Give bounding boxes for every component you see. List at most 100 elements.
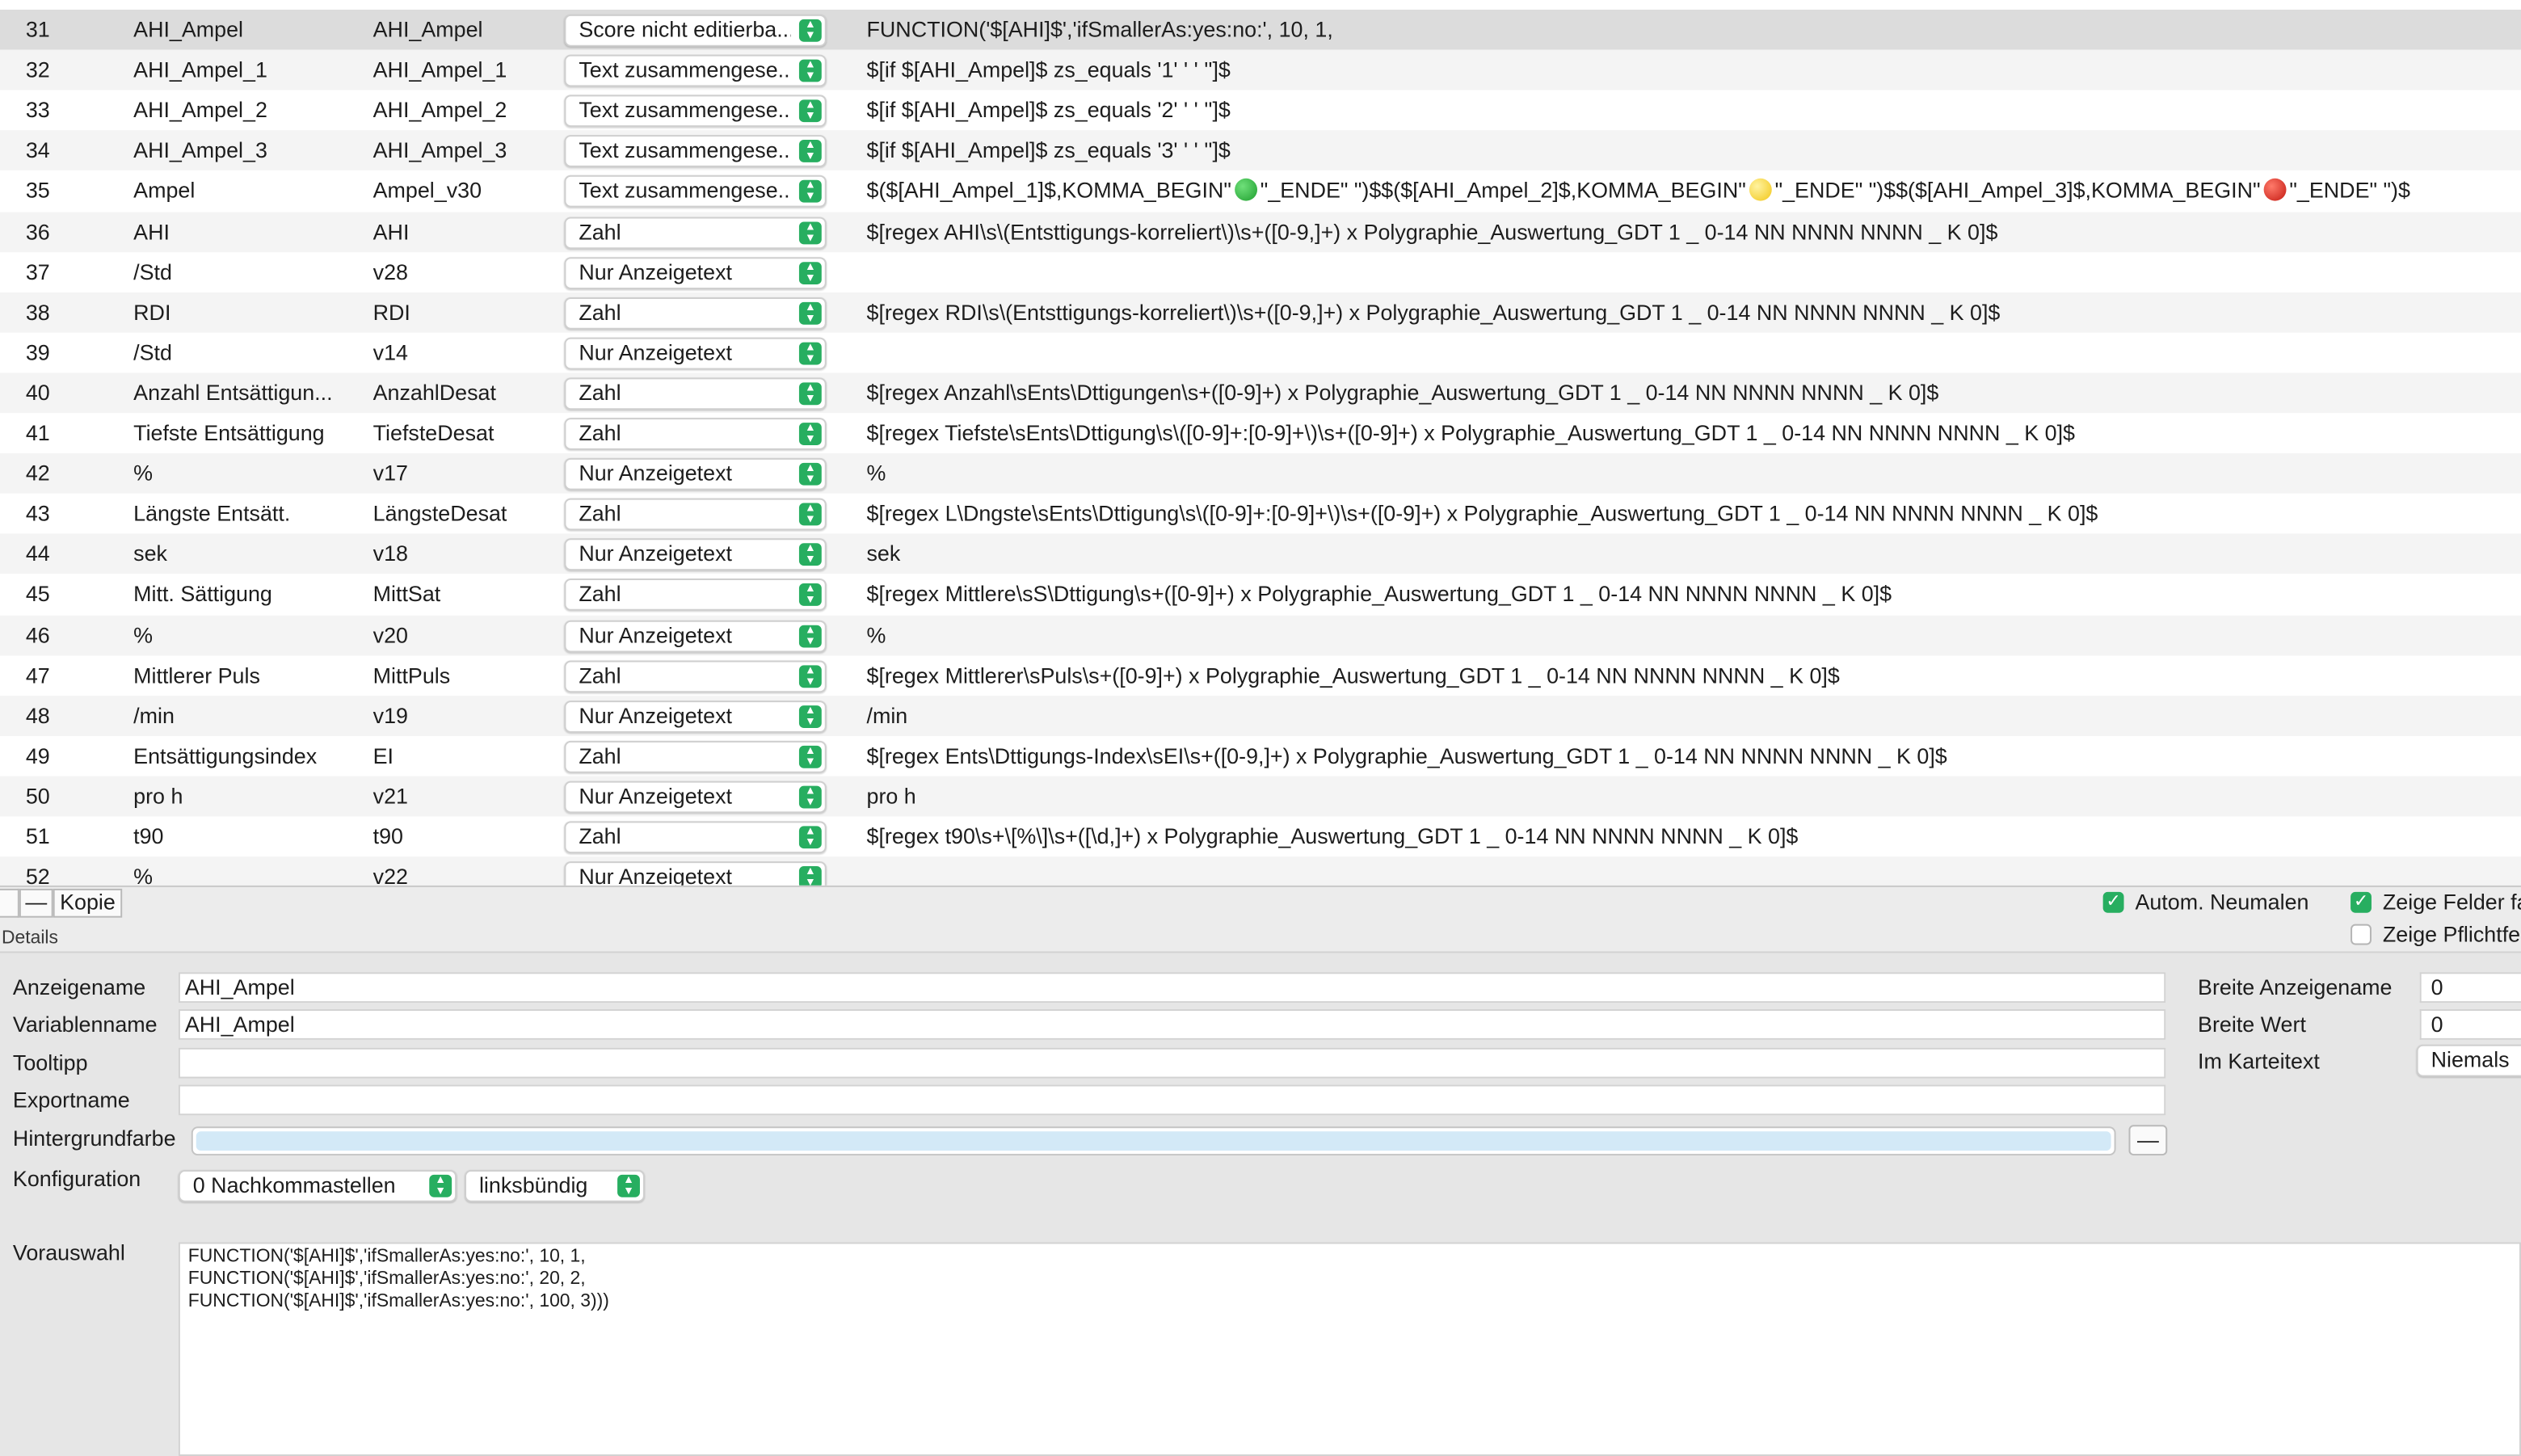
display-name-cell[interactable]: /min	[133, 696, 359, 736]
auto-rename-checkbox[interactable]: ✓ Autom. Neumalen	[2102, 890, 2308, 915]
field-type-select[interactable]: Nur Anzeigetext ▲ ▼	[564, 619, 827, 652]
table-row[interactable]: 34 AHI_Ampel_3 AHI_Ampel_3 Text zusammenges…	[0, 130, 2521, 171]
formula-cell[interactable]: $[regex Ents\Dttigungs-Index\sEI\s+([0-9…	[867, 736, 2521, 776]
field-type-select[interactable]: Zahl ▲ ▼	[564, 498, 827, 531]
field-type-select[interactable]: Zahl ▲ ▼	[564, 216, 827, 249]
display-name-cell[interactable]: %	[133, 856, 359, 886]
table-row[interactable]: 39/Std v14 Nur Anzeigetext ▲ ▼	[0, 332, 2521, 372]
variable-name-cell[interactable]: AHI_Ampel	[373, 10, 558, 50]
table-row[interactable]: 37/Std v28 Nur Anzeigetext ▲ ▼	[0, 251, 2521, 292]
formula-cell[interactable]	[867, 856, 2521, 886]
display-name-cell[interactable]: Mitt. Sättigung	[133, 574, 359, 615]
field-type-select[interactable]: Nur Anzeigetext ▲ ▼	[564, 538, 827, 571]
formula-cell[interactable]: $[if $[AHI_Ampel]$ zs_equals '3' ' ' '']…	[867, 131, 2521, 171]
table-row[interactable]: 48/min v19 Nur Anzeigetext ▲ ▼ /min	[0, 695, 2521, 736]
variable-name-cell[interactable]: AHI_Ampel_2	[373, 90, 558, 131]
variable-name-cell[interactable]: v17	[373, 453, 558, 494]
formula-cell[interactable]: $[regex RDI\s\(Entsttigungs-korreliert\)…	[867, 292, 2521, 332]
field-type-select[interactable]: Nur Anzeigetext ▲ ▼	[564, 337, 827, 370]
formula-cell[interactable]: $[regex Mittlere\sS\Dttigung\s+([0-9]+) …	[867, 574, 2521, 615]
variable-name-cell[interactable]: AHI	[373, 212, 558, 252]
table-row[interactable]: 47 Mittlerer Puls MittPuls Zahl ▲ ▼ $[regex Mi…	[0, 655, 2521, 696]
copy-button[interactable]: Kopie	[53, 888, 123, 918]
display-name-cell[interactable]: %	[133, 453, 359, 494]
field-type-select[interactable]: Zahl ▲ ▼	[564, 579, 827, 612]
variable-name-cell[interactable]: RDI	[373, 292, 558, 332]
formula-cell[interactable]: $[regex Tiefste\sEnts\Dttigung\s\([0-9]+…	[867, 413, 2521, 453]
formula-cell[interactable]: %	[867, 453, 2521, 494]
table-row[interactable]: 46% v20 Nur Anzeigetext ▲ ▼%	[0, 614, 2521, 655]
formula-cell[interactable]	[867, 251, 2521, 292]
variable-name-cell[interactable]: MittSat	[373, 574, 558, 615]
display-name-cell[interactable]: /Std	[133, 332, 359, 372]
background-color-well[interactable]	[191, 1126, 2116, 1156]
in-card-text-select[interactable]: Niemals	[2416, 1044, 2521, 1077]
alignment-select[interactable]: linksbündig ▲ ▼	[465, 1169, 645, 1202]
variable-name-cell[interactable]: v20	[373, 615, 558, 655]
field-type-select[interactable]: Nur Anzeigetext ▲ ▼	[564, 458, 827, 490]
formula-cell[interactable]	[867, 332, 2521, 372]
display-name-cell[interactable]: RDI	[133, 292, 359, 332]
table-row[interactable]: 50 pro h v21 Nur Anzeigetext ▲ ▼ pro h	[0, 776, 2521, 817]
display-name-cell[interactable]: AHI_Ampel_3	[133, 131, 359, 171]
formula-cell[interactable]: $[regex t90\s+\[%\]\s+([\d,]+) x Polygra…	[867, 816, 2521, 856]
formula-cell[interactable]: $[regex L\Dngste\sEnts\Dttigung\s\([0-9]…	[867, 494, 2521, 534]
field-type-select[interactable]: Nur Anzeigetext ▲ ▼	[564, 781, 827, 814]
table-row[interactable]: 40 Anzahl Entsättigun... AnzahlDesat Zahl ▲ ▼…	[0, 372, 2521, 413]
field-type-select[interactable]: Zahl ▲ ▼	[564, 659, 827, 692]
variable-name-cell[interactable]: v28	[373, 251, 558, 292]
show-fields-checkbox[interactable]: ✓ Zeige Felder fa	[2351, 890, 2521, 915]
variable-name-cell[interactable]: v21	[373, 776, 558, 816]
table-row[interactable]: 42% v17 Nur Anzeigetext ▲ ▼%	[0, 453, 2521, 494]
formula-cell[interactable]: FUNCTION('$[AHI]$','ifSmallerAs:yes:no:'…	[867, 10, 2521, 50]
variable-name-cell[interactable]: v22	[373, 856, 558, 886]
variable-name-cell[interactable]: Ampel_v30	[373, 171, 558, 212]
display-name-cell[interactable]: Längste Entsätt.	[133, 494, 359, 534]
display-name-cell[interactable]: Entsättigungsindex	[133, 736, 359, 776]
variable-name-cell[interactable]: v18	[373, 534, 558, 574]
field-type-select[interactable]: Text zusammengese... ▲ ▼	[564, 54, 827, 87]
variable-name-cell[interactable]: v19	[373, 696, 558, 736]
variable-name-cell[interactable]: AnzahlDesat	[373, 372, 558, 413]
display-name-cell[interactable]: Tiefste Entsättigung	[133, 413, 359, 453]
field-type-select[interactable]: Nur Anzeigetext ▲ ▼	[564, 861, 827, 886]
table-row[interactable]: 51 t90 t90 Zahl ▲ ▼ $[regex t90\s+\[%\]\s+([\d…	[0, 816, 2521, 856]
display-name-cell[interactable]: AHI	[133, 212, 359, 252]
display-name-cell[interactable]: AHI_Ampel_2	[133, 90, 359, 131]
field-type-select[interactable]: Zahl ▲ ▼	[564, 418, 827, 450]
table-row[interactable]: 33 AHI_Ampel_2 AHI_Ampel_2 Text zusammenges…	[0, 90, 2521, 131]
variable-name-field[interactable]: AHI_Ampel	[178, 1009, 2166, 1040]
table-row[interactable]: 38 RDI RDI Zahl ▲ ▼ $[regex RDI\s\(Entsttigung…	[0, 292, 2521, 333]
display-name-field[interactable]: AHI_Ampel	[178, 972, 2166, 1004]
display-name-cell[interactable]: /Std	[133, 251, 359, 292]
table-row[interactable]: 43 Längste Entsätt. LängsteDesat Zahl ▲ ▼ $[re…	[0, 494, 2521, 534]
variable-name-cell[interactable]: t90	[373, 816, 558, 856]
field-type-select[interactable]: Zahl ▲ ▼	[564, 297, 827, 330]
clear-color-button[interactable]: —	[2128, 1125, 2168, 1156]
variable-name-cell[interactable]: EI	[373, 736, 558, 776]
display-name-cell[interactable]: Ampel	[133, 171, 359, 212]
remove-row-button[interactable]: —	[19, 888, 53, 918]
table-row[interactable]: 36 AHI AHI Zahl ▲ ▼ $[regex AHI\s\(Entsttigung…	[0, 211, 2521, 252]
table-row[interactable]: 41 Tiefste Entsättigung TiefsteDesat Zahl ▲ ▼…	[0, 413, 2521, 453]
preselection-textarea[interactable]: FUNCTION('$[AHI]$','ifSmallerAs:yes:no:'…	[178, 1242, 2521, 1456]
formula-cell[interactable]: $[if $[AHI_Ampel]$ zs_equals '1' ' ' '']…	[867, 50, 2521, 90]
field-type-select[interactable]: Text zusammengese... ▲ ▼	[564, 175, 827, 208]
display-name-cell[interactable]: Anzahl Entsättigun...	[133, 372, 359, 413]
formula-cell[interactable]: $[regex Mittlerer\sPuls\s+([0-9]+) x Pol…	[867, 655, 2521, 696]
variable-name-cell[interactable]: AHI_Ampel_1	[373, 50, 558, 90]
formula-cell[interactable]: /min	[867, 696, 2521, 736]
variable-name-cell[interactable]: LängsteDesat	[373, 494, 558, 534]
table-row[interactable]: 44 sek v18 Nur Anzeigetext ▲ ▼ sek	[0, 533, 2521, 574]
formula-cell[interactable]: pro h	[867, 776, 2521, 816]
decimals-select[interactable]: 0 Nachkommastellen ▲ ▼	[178, 1169, 457, 1202]
table-row[interactable]: 32 AHI_Ampel_1 AHI_Ampel_1 Text zusammenges…	[0, 49, 2521, 90]
width-display-field[interactable]: 0	[2419, 972, 2521, 1004]
field-type-select[interactable]: Text zusammengese... ▲ ▼	[564, 95, 827, 128]
table-row[interactable]: 35 Ampel Ampel_v30 Text zusammengese... ▲ ▼ $(…	[0, 171, 2521, 212]
display-name-cell[interactable]: t90	[133, 816, 359, 856]
table-row[interactable]: 31 AHI_Ampel AHI_Ampel Score nicht editierb…	[0, 9, 2521, 50]
width-value-field[interactable]: 0	[2419, 1009, 2521, 1040]
show-required-checkbox[interactable]: Zeige Pflichtfe	[2351, 923, 2520, 946]
variable-name-cell[interactable]: AHI_Ampel_3	[373, 131, 558, 171]
